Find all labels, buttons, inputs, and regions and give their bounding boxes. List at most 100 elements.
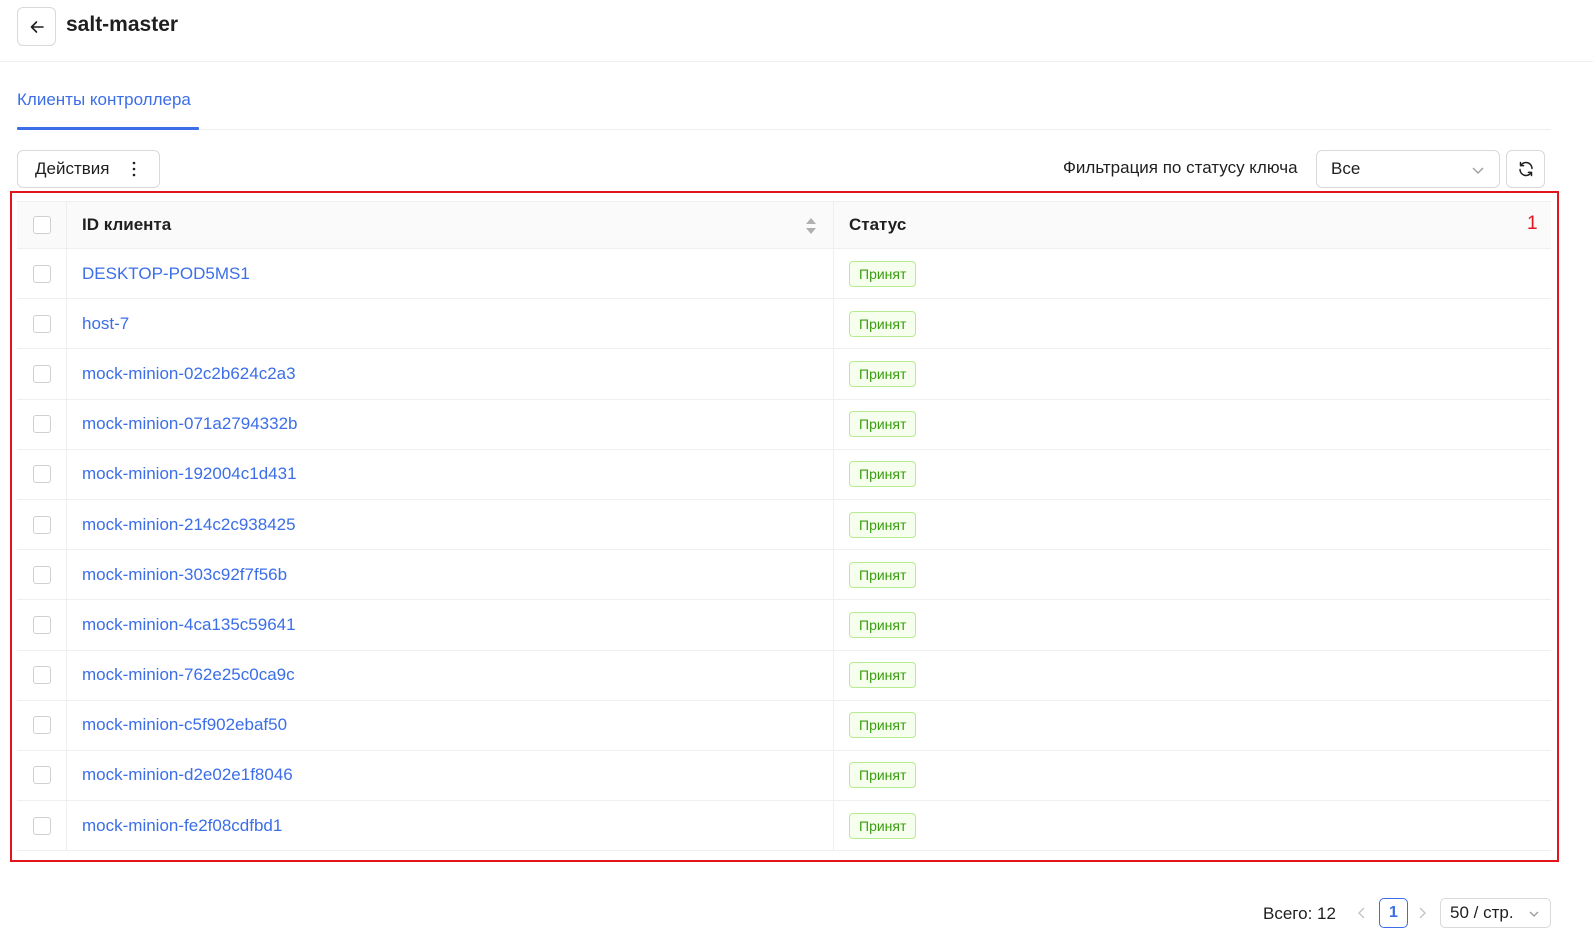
status-badge: Принят [849,461,917,488]
table-row: mock-minion-02c2b624c2a3 Принят [17,349,1551,400]
status-cell: Принят [834,751,1551,800]
pagination-page-current[interactable]: 1 [1379,898,1408,928]
status-badge: Принят [849,611,917,638]
status-cell: Принят [834,600,1551,649]
row-select-cell [17,600,67,650]
select-all-cell [17,202,67,248]
status-cell: Принят [834,550,1551,599]
status-cell: Принят [834,450,1551,499]
status-filter-select[interactable]: Все [1316,150,1500,188]
actions-dropdown-button[interactable]: Действия [17,150,160,188]
row-checkbox[interactable] [32,415,51,434]
chevron-down-icon [1529,911,1539,917]
client-id-cell: DESKTOP-POD5MS1 [67,249,834,299]
row-checkbox[interactable] [32,264,51,283]
client-id-link[interactable]: mock-minion-192004c1d431 [82,464,297,484]
arrow-left-icon [30,20,44,33]
row-select-cell [17,399,67,449]
clients-table: ID клиента Статус DESKTOP-POD5MS1 Принят h… [17,201,1551,852]
more-vertical-icon [132,161,136,177]
row-select-cell [17,499,67,550]
tab-controller-clients[interactable]: Клиенты контроллера [17,90,191,110]
table-row: DESKTOP-POD5MS1 Принят [17,249,1551,300]
table-row: mock-minion-c5f902ebaf50 Принят [17,700,1551,751]
status-cell: Принят [834,299,1551,348]
client-id-link[interactable]: DESKTOP-POD5MS1 [82,264,250,284]
chevron-left-icon[interactable] [1356,905,1368,921]
client-id-link[interactable]: host-7 [82,314,129,334]
row-select-cell [17,750,67,801]
client-id-link[interactable]: mock-minion-762e25c0ca9c [82,665,295,685]
status-badge: Принят [849,662,917,689]
table-row: mock-minion-214c2c938425 Принят [17,499,1551,551]
status-badge: Принят [849,360,917,387]
status-badge: Принят [849,511,917,538]
status-filter-label: Фильтрация по статусу ключа [1063,158,1298,177]
status-cell: Принят [834,701,1551,750]
client-id-cell: mock-minion-02c2b624c2a3 [67,349,834,399]
status-badge: Принят [849,762,917,789]
tab-bar: Клиенты контроллера [17,62,1551,130]
status-cell: Принят [834,349,1551,398]
row-checkbox[interactable] [32,515,51,534]
row-checkbox[interactable] [32,816,51,835]
select-all-checkbox[interactable] [32,216,51,234]
row-select-cell [17,550,67,600]
actions-button-label: Действия [35,159,110,178]
sort-icon[interactable] [805,217,817,235]
column-header-client-id[interactable]: ID клиента [67,202,834,248]
client-id-link[interactable]: mock-minion-214c2c938425 [82,515,296,535]
table-row: mock-minion-303c92f7f56b Принят [17,550,1551,601]
row-select-cell [17,349,67,399]
client-id-link[interactable]: mock-minion-d2e02e1f8046 [82,765,293,785]
client-id-cell: mock-minion-071a2794332b [67,399,834,449]
client-id-cell: mock-minion-d2e02e1f8046 [67,750,834,801]
chevron-right-icon[interactable] [1416,905,1428,921]
status-badge: Принят [849,812,917,839]
client-id-cell: host-7 [67,299,834,349]
column-header-status: Статус [849,215,907,234]
table-row: mock-minion-d2e02e1f8046 Принят [17,750,1551,802]
client-id-cell: mock-minion-fe2f08cdfbd1 [67,801,834,851]
row-select-cell [17,801,67,851]
client-id-link[interactable]: mock-minion-fe2f08cdfbd1 [82,816,282,836]
row-checkbox[interactable] [32,565,51,584]
client-id-link[interactable]: mock-minion-02c2b624c2a3 [82,364,296,384]
row-checkbox[interactable] [32,666,51,685]
status-cell: Принят [834,249,1551,298]
client-id-link[interactable]: mock-minion-071a2794332b [82,414,297,434]
column-header-client-id-label: ID клиента [82,215,172,234]
table-row: mock-minion-4ca135c59641 Принят [17,600,1551,651]
row-checkbox[interactable] [32,465,51,484]
row-checkbox[interactable] [32,364,51,383]
client-id-cell: mock-minion-303c92f7f56b [67,550,834,600]
row-checkbox[interactable] [32,615,51,634]
refresh-icon [1518,161,1533,177]
back-button[interactable] [17,7,56,46]
row-checkbox[interactable] [32,766,51,785]
status-badge: Принят [849,561,917,588]
row-checkbox[interactable] [32,716,51,735]
row-select-cell [17,700,67,750]
refresh-button[interactable] [1506,150,1545,188]
status-badge: Принят [849,712,917,739]
page-size-select[interactable]: 50 / стр. [1440,898,1551,928]
page-header: salt-master [0,0,1593,62]
client-id-link[interactable]: mock-minion-c5f902ebaf50 [82,715,287,735]
client-id-link[interactable]: mock-minion-4ca135c59641 [82,615,296,635]
client-id-cell: mock-minion-4ca135c59641 [67,600,834,650]
row-select-cell [17,650,67,700]
table-row: mock-minion-192004c1d431 Принят [17,449,1551,500]
status-cell: Принят [834,801,1551,850]
status-badge: Принят [849,411,917,438]
status-cell: Принят [834,651,1551,700]
row-checkbox[interactable] [32,314,51,333]
client-id-link[interactable]: mock-minion-303c92f7f56b [82,565,287,585]
page-size-value: 50 / стр. [1450,903,1514,922]
status-filter-value: Все [1331,159,1361,178]
highlight-badge: 1 [1527,213,1538,234]
row-select-cell [17,449,67,499]
status-badge: Принят [849,310,917,337]
table-row: mock-minion-fe2f08cdfbd1 Принят [17,801,1551,852]
status-cell: Принят [834,400,1551,449]
